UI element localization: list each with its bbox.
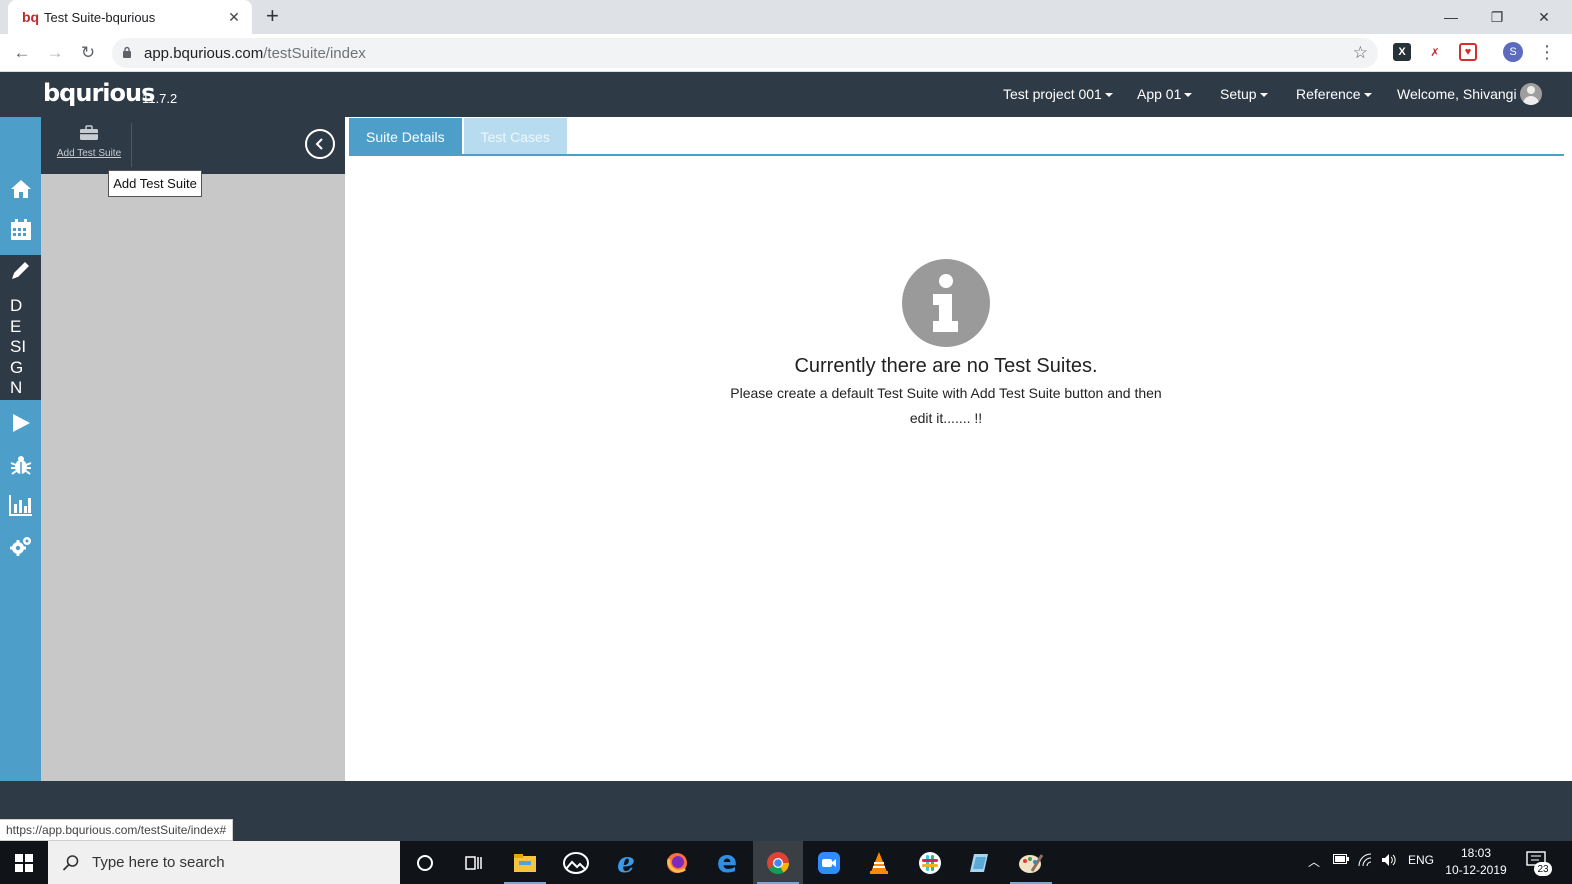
design-letter: D xyxy=(10,296,23,315)
briefcase-icon xyxy=(80,125,98,140)
app-dropdown[interactable]: App 01 xyxy=(1137,86,1193,102)
restore-icon[interactable]: ❐ xyxy=(1474,0,1520,34)
setup-dropdown-label: Setup xyxy=(1220,86,1257,102)
new-tab-icon[interactable]: + xyxy=(266,5,279,27)
app-footer xyxy=(0,781,1572,841)
bar-chart-icon[interactable] xyxy=(8,492,34,518)
volume-icon[interactable] xyxy=(1381,853,1397,870)
collapse-sidebar-button[interactable] xyxy=(305,129,335,159)
info-icon xyxy=(902,259,990,347)
user-avatar-icon[interactable] xyxy=(1520,83,1542,105)
search-icon xyxy=(62,854,79,871)
empty-state-title: Currently there are no Test Suites. xyxy=(794,355,1098,377)
file-explorer-icon[interactable] xyxy=(500,841,550,884)
chevron-left-icon xyxy=(315,138,323,150)
paint-icon[interactable] xyxy=(1006,841,1056,884)
design-vertical-label[interactable]: D E SI G N xyxy=(10,296,34,399)
taskbar-search-placeholder: Type here to search xyxy=(92,854,225,871)
app-header: bqurious 11.7.2 Test project 001 App 01 … xyxy=(0,72,1572,117)
project-dropdown-label: Test project 001 xyxy=(1003,86,1102,102)
battery-icon[interactable] xyxy=(1333,853,1349,867)
extension-pocket-icon[interactable]: ♥ xyxy=(1459,43,1477,61)
add-test-suite-label: Add Test Suite xyxy=(56,148,122,159)
caret-down-icon xyxy=(1259,93,1268,98)
caret-down-icon xyxy=(1184,93,1193,98)
back-icon[interactable]: ← xyxy=(10,41,34,65)
url-host: app.bqurious.com xyxy=(144,44,264,62)
extension-x-icon[interactable]: X xyxy=(1393,43,1411,61)
caret-down-icon xyxy=(1363,93,1372,98)
tab-test-cases[interactable]: Test Cases xyxy=(463,118,567,155)
calendar-icon[interactable] xyxy=(8,217,34,243)
language-indicator[interactable]: ENG xyxy=(1408,853,1434,867)
main-content xyxy=(345,117,1572,781)
link-status-bubble: https://app.bqurious.com/testSuite/index… xyxy=(0,819,234,841)
cortana-icon[interactable] xyxy=(400,841,450,884)
firefox-icon[interactable] xyxy=(652,841,702,884)
pencil-icon[interactable] xyxy=(8,257,34,283)
empty-state-line: edit it....... !! xyxy=(909,410,983,426)
address-bar[interactable]: app.bqurious.com/testSuite/index ☆ xyxy=(112,38,1378,68)
minimize-icon[interactable]: — xyxy=(1428,0,1474,34)
extension-bq-icon[interactable]: ✗ xyxy=(1426,43,1444,61)
reference-dropdown[interactable]: Reference xyxy=(1296,86,1372,102)
chrome-icon[interactable] xyxy=(753,841,803,884)
reload-icon[interactable]: ↻ xyxy=(76,41,100,65)
reference-dropdown-label: Reference xyxy=(1296,86,1361,102)
design-letter: SI xyxy=(10,337,27,356)
add-test-suite-button[interactable]: Add Test Suite xyxy=(54,125,124,159)
internet-explorer-icon[interactable]: e xyxy=(601,841,651,884)
url-path: /testSuite/index xyxy=(263,44,366,62)
close-tab-icon[interactable]: ✕ xyxy=(226,9,242,26)
setup-dropdown[interactable]: Setup xyxy=(1220,86,1268,102)
windows-start-icon[interactable] xyxy=(0,841,48,884)
clock-date: 10-12-2019 xyxy=(1445,863,1507,877)
taskbar-search-box[interactable]: Type here to search xyxy=(48,841,400,884)
snipping-tool-icon[interactable] xyxy=(955,841,1005,884)
browser-toolbar: ← → ↻ app.bqurious.com/testSuite/index ☆… xyxy=(0,34,1572,72)
app-version: 11.7.2 xyxy=(142,91,178,106)
zoom-icon[interactable] xyxy=(804,841,854,884)
content-tabs: Suite Details Test Cases xyxy=(349,118,567,155)
design-letter: G xyxy=(10,357,24,377)
task-view-icon[interactable] xyxy=(450,841,500,884)
empty-state-message: Please create a default Test Suite with … xyxy=(700,381,1192,431)
bqurious-favicon-icon: bq xyxy=(22,9,40,25)
welcome-user-menu[interactable]: Welcome, Shivangi xyxy=(1397,86,1517,102)
profile-avatar[interactable]: S xyxy=(1503,42,1523,62)
sidebar-divider xyxy=(131,123,132,167)
bug-icon[interactable] xyxy=(8,452,34,478)
lock-icon xyxy=(122,46,136,61)
close-window-icon[interactable]: ✕ xyxy=(1521,0,1567,34)
settings-gears-icon[interactable] xyxy=(8,533,34,559)
browser-menu-icon[interactable]: ⋮ xyxy=(1538,42,1556,63)
forward-icon[interactable]: → xyxy=(43,41,67,65)
empty-state-line: Please create a default Test Suite with … xyxy=(730,385,1162,401)
home-icon[interactable] xyxy=(8,176,34,202)
browser-tab-title: Test Suite-bqurious xyxy=(44,9,156,25)
tabs-underline xyxy=(349,154,1564,156)
slack-icon[interactable] xyxy=(905,841,955,884)
taskbar-clock[interactable]: 18:03 10-12-2019 xyxy=(1440,845,1512,879)
browser-tab[interactable]: bq Test Suite-bqurious ✕ xyxy=(8,0,252,34)
project-dropdown[interactable]: Test project 001 xyxy=(1003,86,1113,102)
bqurious-logo[interactable]: bqurious xyxy=(43,78,155,108)
design-letter: N xyxy=(10,378,23,397)
caret-down-icon xyxy=(1104,93,1113,98)
wifi-icon[interactable] xyxy=(1358,853,1374,870)
design-letter: E xyxy=(10,316,22,336)
test-suite-sidebar xyxy=(41,117,345,781)
notification-count-badge: 23 xyxy=(1534,862,1552,876)
show-hidden-icons-chevron-icon[interactable]: ︿ xyxy=(1308,853,1320,870)
play-icon[interactable] xyxy=(8,410,34,436)
edge-icon[interactable]: e xyxy=(702,841,752,884)
tab-suite-details[interactable]: Suite Details xyxy=(349,118,462,155)
app-dropdown-label: App 01 xyxy=(1137,86,1182,102)
clock-time: 18:03 xyxy=(1460,846,1492,860)
bookmark-star-icon[interactable]: ☆ xyxy=(1353,43,1368,63)
screen: bq Test Suite-bqurious ✕ + — ❐ ✕ ← → ↻ a… xyxy=(0,0,1572,884)
vlc-icon[interactable] xyxy=(854,841,904,884)
photos-app-icon[interactable] xyxy=(551,841,601,884)
add-test-suite-tooltip: Add Test Suite xyxy=(108,170,202,197)
